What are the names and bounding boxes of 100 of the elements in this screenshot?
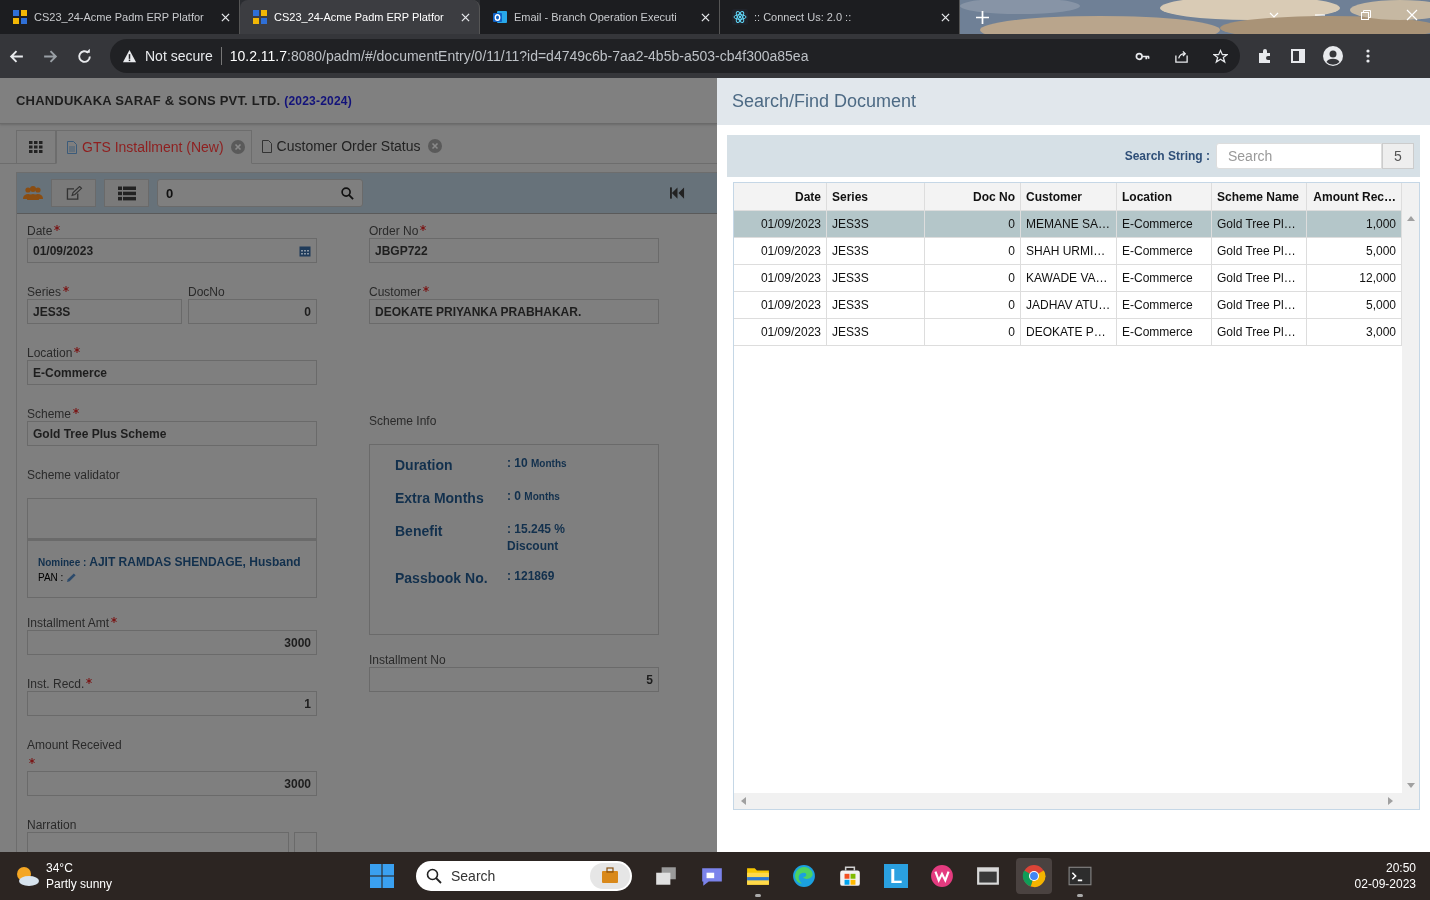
table-cell: E-Commerce	[1117, 292, 1212, 318]
field-label: Customer	[369, 285, 421, 299]
number-field[interactable]: 3000	[27, 771, 317, 796]
briefcase-icon	[590, 863, 630, 889]
browser-tab[interactable]: CS23_24-Acme Padm ERP Platfor	[240, 0, 480, 34]
restore-icon[interactable]	[1360, 9, 1372, 21]
info-value: : 121869	[507, 568, 556, 585]
terminal-icon[interactable]	[1068, 864, 1092, 888]
field-label: Narration	[27, 818, 77, 832]
table-cell: DEOKATE P…	[1021, 319, 1117, 345]
window-icon[interactable]	[976, 864, 1000, 888]
puzzle-icon[interactable]	[1257, 48, 1273, 64]
table-row[interactable]: 01/09/2023 JES3S 0 DEOKATE P… E-Commerce Gold Tree Pl… 3,000	[734, 319, 1402, 346]
calendar-icon[interactable]	[299, 244, 311, 257]
close-icon[interactable]	[221, 12, 230, 22]
series-field[interactable]: JES3S	[27, 299, 182, 324]
column-header[interactable]: Location	[1117, 183, 1212, 210]
table-row[interactable]: 01/09/2023 JES3S 0 JADHAV ATU… E-Commerce Gold Tree Pl… 5,000	[734, 292, 1402, 319]
table-cell: JES3S	[827, 319, 925, 345]
document-search-field[interactable]: 0	[157, 179, 363, 207]
info-label: Duration	[395, 456, 454, 475]
new-tab-icon[interactable]	[976, 10, 989, 24]
table-cell: 01/09/2023	[734, 319, 827, 345]
field-label: Scheme Info	[369, 414, 437, 428]
info-value: : 10 Months	[507, 455, 568, 472]
star-icon[interactable]	[1213, 48, 1228, 64]
table-cell: 01/09/2023	[734, 238, 827, 264]
narration-field[interactable]	[27, 832, 289, 852]
column-header[interactable]: Doc No	[925, 183, 1021, 210]
document-icon	[261, 139, 272, 153]
doc-number-field[interactable]: 0	[188, 299, 317, 324]
close-icon[interactable]	[941, 12, 950, 22]
close-icon[interactable]	[461, 12, 470, 22]
list-button[interactable]	[104, 179, 149, 207]
number-field[interactable]: 5	[369, 667, 659, 692]
table-cell: JES3S	[827, 238, 925, 264]
table-cell: Gold Tree Pl…	[1212, 292, 1307, 318]
info-label: Extra Months	[395, 489, 485, 508]
app-logo-icon	[12, 9, 28, 25]
document-icon	[67, 140, 77, 154]
table-cell: JES3S	[827, 211, 925, 237]
table-cell: 0	[925, 238, 1021, 264]
table-cell: 01/09/2023	[734, 265, 827, 291]
table-row[interactable]: 01/09/2023 JES3S 0 MEMANE SA… E-Commerce Gold Tree Pl… 1,000	[734, 211, 1402, 238]
number-field[interactable]: 1	[27, 691, 317, 716]
table-row[interactable]: 01/09/2023 JES3S 0 SHAH URMI… E-Commerce Gold Tree Pl… 5,000	[734, 238, 1402, 265]
table-cell: E-Commerce	[1117, 238, 1212, 264]
column-header[interactable]: Customer	[1021, 183, 1117, 210]
search-field[interactable]: Search	[1216, 143, 1382, 169]
list-icon	[117, 185, 136, 201]
task-view-icon[interactable]	[654, 864, 678, 888]
edit-icon	[64, 185, 83, 201]
number-field[interactable]: 3000	[27, 630, 317, 655]
profile-icon[interactable]	[1323, 46, 1343, 66]
field-label: Installment Amt	[27, 616, 110, 630]
field-label: Series	[27, 285, 61, 299]
column-header[interactable]: Date	[734, 183, 827, 210]
store-icon[interactable]	[838, 864, 862, 888]
document-tab[interactable]: Customer Order Status	[251, 129, 448, 163]
close-icon[interactable]	[701, 12, 710, 22]
field-label: Date	[27, 224, 53, 238]
table-row[interactable]: 01/09/2023 JES3S 0 KAWADE VA… E-Commerce Gold Tree Pl… 12,000	[734, 265, 1402, 292]
table-cell: 0	[925, 211, 1021, 237]
edit-button[interactable]	[51, 179, 96, 207]
text-field[interactable]: Gold Tree Plus Scheme	[27, 421, 317, 446]
browser-tab[interactable]: :: Connect Us: 2.0 ::	[720, 0, 960, 34]
taskbar-search-field[interactable]: Search	[416, 861, 632, 891]
office-app-icon[interactable]	[930, 864, 954, 888]
column-header[interactable]: Scheme Name	[1212, 183, 1307, 210]
tab-title: CS23_24-Acme Padm ERP Platfor	[34, 11, 205, 23]
table-cell: 01/09/2023	[734, 211, 827, 237]
chrome-icon[interactable]	[1022, 864, 1046, 888]
text-field[interactable]: JBGP722	[369, 238, 659, 263]
date-field[interactable]: 01/09/2023	[27, 238, 317, 263]
field-label: Location	[27, 346, 73, 360]
pan-label: PAN :	[38, 572, 64, 583]
browser-tab[interactable]: CS23_24-Acme Padm ERP Platfor	[0, 0, 240, 34]
clock-date: 02-09-2023	[1354, 876, 1416, 892]
text-field[interactable]: E-Commerce	[27, 360, 317, 385]
warning-icon	[122, 48, 137, 64]
app-logo-icon	[252, 9, 268, 25]
column-header[interactable]: Series	[827, 183, 925, 210]
address-field[interactable]: Not secure 10.2.11.7:8080/padm/#/documentEntry/0/11/11?id=d4749c6b-7aa2-4b5b-a503-cb4f300a85ea	[110, 39, 1240, 73]
grid-icon[interactable]	[16, 130, 56, 163]
browser-icon[interactable]	[792, 864, 816, 888]
table-cell: 0	[925, 265, 1021, 291]
browser-tab[interactable]: Email - Branch Operation Executi	[480, 0, 720, 34]
text-field[interactable]: DEOKATE PRIYANKA PRABHAKAR.	[369, 299, 659, 324]
sidebar-icon[interactable]	[1290, 48, 1306, 64]
search-icon[interactable]	[341, 186, 354, 200]
sun-cloud-icon[interactable]	[14, 865, 40, 887]
first-page-icon[interactable]	[670, 187, 685, 199]
tab-title: Email - Branch Operation Executi	[514, 11, 678, 23]
share-icon[interactable]	[1174, 48, 1189, 64]
tab-title: CS23_24-Acme Padm ERP Platfor	[274, 11, 445, 23]
windows-start-icon[interactable]	[370, 864, 394, 888]
field-label: Scheme validator	[27, 468, 121, 482]
temperature: 34°C	[46, 860, 74, 876]
table-cell: E-Commerce	[1117, 265, 1212, 291]
reload-icon[interactable]	[76, 47, 93, 65]
